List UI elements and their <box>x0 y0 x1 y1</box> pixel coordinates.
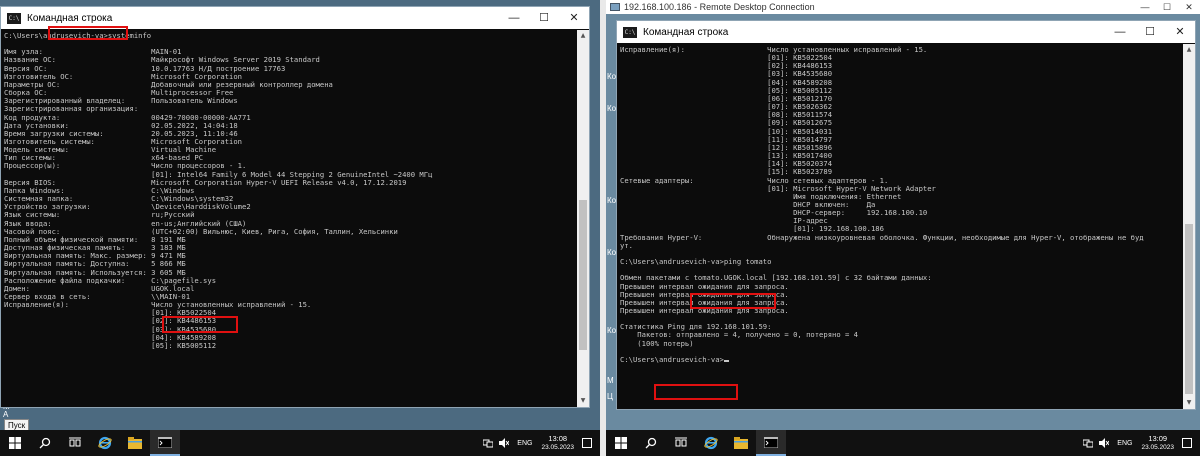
console-line: [05]: KB5005112 <box>4 340 577 350</box>
notification-icon[interactable] <box>1182 438 1192 448</box>
right-desktop: 192.168.100.186 - Remote Desktop Connect… <box>606 0 1200 456</box>
scroll-down-arrow-icon[interactable]: ▼ <box>1183 397 1195 409</box>
search-icon <box>645 437 657 449</box>
ie-button[interactable] <box>90 430 120 456</box>
desktop-label[interactable]: А <box>3 410 8 419</box>
clock-time: 13:08 <box>548 434 568 443</box>
language-indicator[interactable]: ENG <box>1117 440 1132 447</box>
internet-explorer-icon <box>98 436 112 450</box>
console-line: C:\Users\andrusevich-va> <box>620 354 1183 364</box>
desktop-label[interactable]: Ко <box>607 248 616 257</box>
clock-date: 23.05.2023 <box>541 444 574 451</box>
console-output[interactable]: Исправление(я): Число установленных испр… <box>617 44 1183 409</box>
system-tray: ENG 13:08 23.05.2023 <box>480 434 600 452</box>
console-line-text: (100% потерь) <box>620 338 694 348</box>
cmd-icon: C:\ <box>623 26 637 38</box>
maximize-button[interactable]: ☐ <box>529 7 559 29</box>
rdp-titlebar[interactable]: 192.168.100.186 - Remote Desktop Connect… <box>606 0 1200 14</box>
scroll-thumb[interactable] <box>579 200 587 350</box>
vertical-scrollbar[interactable]: ▲ ▼ <box>577 30 589 407</box>
text-cursor <box>723 359 729 362</box>
console-line: Пакетов: отправлено = 4, получено = 0, п… <box>620 331 1183 339</box>
cmd-icon <box>158 436 172 448</box>
console-line: (100% потерь) <box>620 338 1183 348</box>
start-button[interactable] <box>606 430 636 456</box>
left-desktop: Ко Ко Ко Ко Ко Ко Ко Ко М А C:\ Командна… <box>0 0 600 456</box>
console-line-text: C:\Users\andrusevich-va>ping tomato <box>620 257 772 267</box>
search-button[interactable] <box>636 430 666 456</box>
clock-date: 23.05.2023 <box>1141 444 1174 451</box>
folder-icon <box>734 437 748 449</box>
console-line-text: [05]: KB5005112 <box>4 340 217 350</box>
scroll-thumb[interactable] <box>1185 224 1193 394</box>
speaker-icon[interactable] <box>499 438 510 448</box>
scroll-up-arrow-icon[interactable]: ▲ <box>1183 44 1195 56</box>
task-view-button[interactable] <box>666 430 696 456</box>
console-line: C:\Users\andrusevich-va>ping tomato <box>620 257 1183 267</box>
rdp-close-button[interactable]: ✕ <box>1178 2 1200 13</box>
folder-icon <box>128 437 142 449</box>
notification-icon[interactable] <box>582 438 592 448</box>
highlight-box-username <box>654 384 738 400</box>
close-button[interactable]: ✕ <box>1165 21 1195 43</box>
internet-explorer-icon <box>704 436 718 450</box>
highlight-box-domain <box>162 316 238 333</box>
windows-logo-icon <box>615 437 627 449</box>
vertical-scrollbar[interactable]: ▲ ▼ <box>1183 44 1195 409</box>
minimize-button[interactable]: — <box>499 7 529 29</box>
desktop-label[interactable]: Ц <box>607 392 613 401</box>
left-cmd-window[interactable]: C:\ Командная строка — ☐ ✕ C:\Users\andr… <box>0 6 590 408</box>
clock-time: 13:09 <box>1148 434 1168 443</box>
network-icon[interactable] <box>1083 438 1094 448</box>
start-button[interactable] <box>0 430 30 456</box>
task-view-icon <box>675 437 687 447</box>
clock[interactable]: 13:08 23.05.2023 <box>541 434 574 452</box>
speaker-icon[interactable] <box>1099 438 1110 448</box>
scroll-up-arrow-icon[interactable]: ▲ <box>577 30 589 42</box>
console-line-text: Требования Hyper-V: Обнаружена низкоуров… <box>620 232 1144 242</box>
desktop-label[interactable]: Ко <box>607 104 616 113</box>
minimize-button[interactable]: — <box>1105 21 1135 43</box>
search-icon <box>39 437 51 449</box>
rdp-icon <box>610 3 620 11</box>
desktop-label[interactable]: Ко <box>607 196 616 205</box>
explorer-button[interactable] <box>726 430 756 456</box>
rdp-maximize-button[interactable]: ☐ <box>1156 2 1178 13</box>
task-view-button[interactable] <box>60 430 90 456</box>
language-indicator[interactable]: ENG <box>517 440 532 447</box>
window-title: Командная строка <box>27 12 113 24</box>
windows-logo-icon <box>9 437 21 449</box>
console-line-text: ут. <box>620 240 633 250</box>
left-taskbar: ENG 13:08 23.05.2023 <box>0 430 600 456</box>
maximize-button[interactable]: ☐ <box>1135 21 1165 43</box>
right-taskbar: ENG 13:09 23.05.2023 <box>606 430 1200 456</box>
explorer-button[interactable] <box>120 430 150 456</box>
cmd-titlebar[interactable]: C:\ Командная строка — ☐ ✕ <box>617 21 1195 43</box>
search-button[interactable] <box>30 430 60 456</box>
cmd-icon <box>764 436 778 448</box>
system-tray: ENG 13:09 23.05.2023 <box>1080 434 1200 452</box>
close-button[interactable]: ✕ <box>559 7 589 29</box>
desktop-label[interactable]: Ко <box>607 326 616 335</box>
cmd-taskbar-button[interactable] <box>150 430 180 456</box>
desktop-label[interactable]: М <box>607 376 614 385</box>
rdp-title: 192.168.100.186 - Remote Desktop Connect… <box>624 2 815 12</box>
console-line: ут. <box>620 240 1183 250</box>
console-line: Требования Hyper-V: Обнаружена низкоуров… <box>620 232 1183 242</box>
console-line-text: C:\Users\andrusevich-va> <box>620 354 724 364</box>
window-title: Командная строка <box>643 26 729 38</box>
scroll-down-arrow-icon[interactable]: ▼ <box>577 395 589 407</box>
highlight-box-fqdn <box>690 293 776 309</box>
network-icon[interactable] <box>483 438 494 448</box>
right-cmd-window[interactable]: C:\ Командная строка — ☐ ✕ Исправление(я… <box>616 20 1196 410</box>
cmd-taskbar-button[interactable] <box>756 430 786 456</box>
rdp-minimize-button[interactable]: — <box>1134 2 1156 13</box>
clock[interactable]: 13:09 23.05.2023 <box>1141 434 1174 452</box>
highlight-box-username <box>48 26 128 40</box>
console-output[interactable]: C:\Users\andrusevich-va>systeminfo Имя уз… <box>1 30 577 407</box>
task-view-icon <box>69 437 81 447</box>
ie-button[interactable] <box>696 430 726 456</box>
cmd-icon: C:\ <box>7 12 21 24</box>
desktop-label[interactable]: Ко <box>607 72 616 81</box>
